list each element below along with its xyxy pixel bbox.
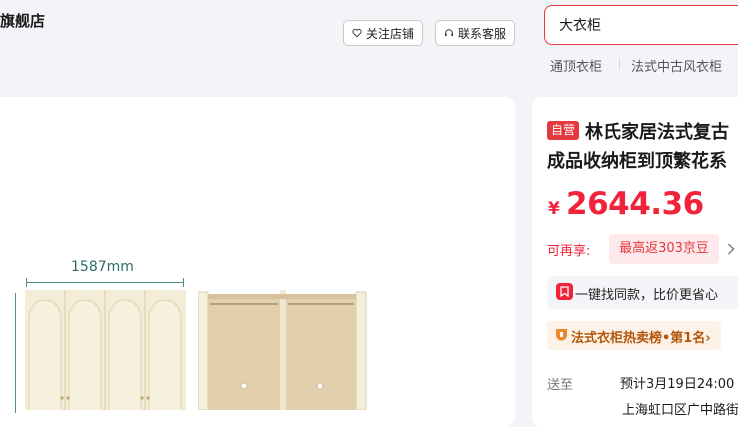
closed-wardrobe-image	[25, 290, 186, 410]
rank-chevron: ›	[705, 331, 711, 346]
trophy-icon	[556, 329, 567, 341]
contact-service-label: 联系客服	[457, 26, 506, 41]
keyword-divider	[619, 58, 620, 70]
rebate-label: 可再享:	[547, 244, 591, 259]
bestseller-rank-text[interactable]: 法式衣柜热卖榜•第1名›	[571, 327, 711, 346]
contact-service-button[interactable]: 联系客服	[435, 20, 515, 46]
delivery-estimate: 预计3月19日24:00	[620, 377, 735, 392]
headset-icon	[444, 29, 453, 37]
dimension-tick	[26, 278, 27, 287]
width-dimension-label: 1587mm	[71, 259, 134, 275]
dimension-tick	[183, 278, 184, 287]
follow-shop-label: 关注店铺	[365, 26, 414, 41]
product-title-continued: 成品收纳柜到顶繁花系	[547, 151, 727, 172]
search-input[interactable]	[559, 15, 729, 35]
shop-name[interactable]: 旗舰店	[0, 10, 45, 31]
heart-icon	[352, 28, 362, 38]
follow-shop-button[interactable]: 关注店铺	[343, 20, 423, 46]
product-title: 林氏家居法式复古	[585, 122, 729, 143]
search-box[interactable]	[544, 5, 738, 45]
self-operated-badge: 自营	[547, 121, 580, 140]
width-dimension-line	[26, 282, 184, 283]
bestseller-rank-label: 法式衣柜热卖榜•第1名	[571, 331, 706, 346]
chevron-right-icon[interactable]	[727, 243, 735, 255]
currency-symbol: ¥	[548, 199, 560, 219]
open-wardrobe-image	[198, 290, 367, 410]
hot-keyword-link[interactable]: 通顶衣柜	[550, 56, 602, 75]
product-price: 2644.36	[566, 186, 704, 222]
delivery-label: 送至	[547, 378, 574, 393]
hot-keyword-link[interactable]: 法式中古风衣柜	[631, 56, 722, 75]
price-compare-text[interactable]: 一键找同款，比价更省心	[575, 284, 718, 303]
height-dimension-line	[15, 293, 16, 413]
jd-bean-rebate-tag[interactable]: 最高返303京豆	[609, 234, 719, 264]
price-compare-icon	[556, 283, 573, 300]
